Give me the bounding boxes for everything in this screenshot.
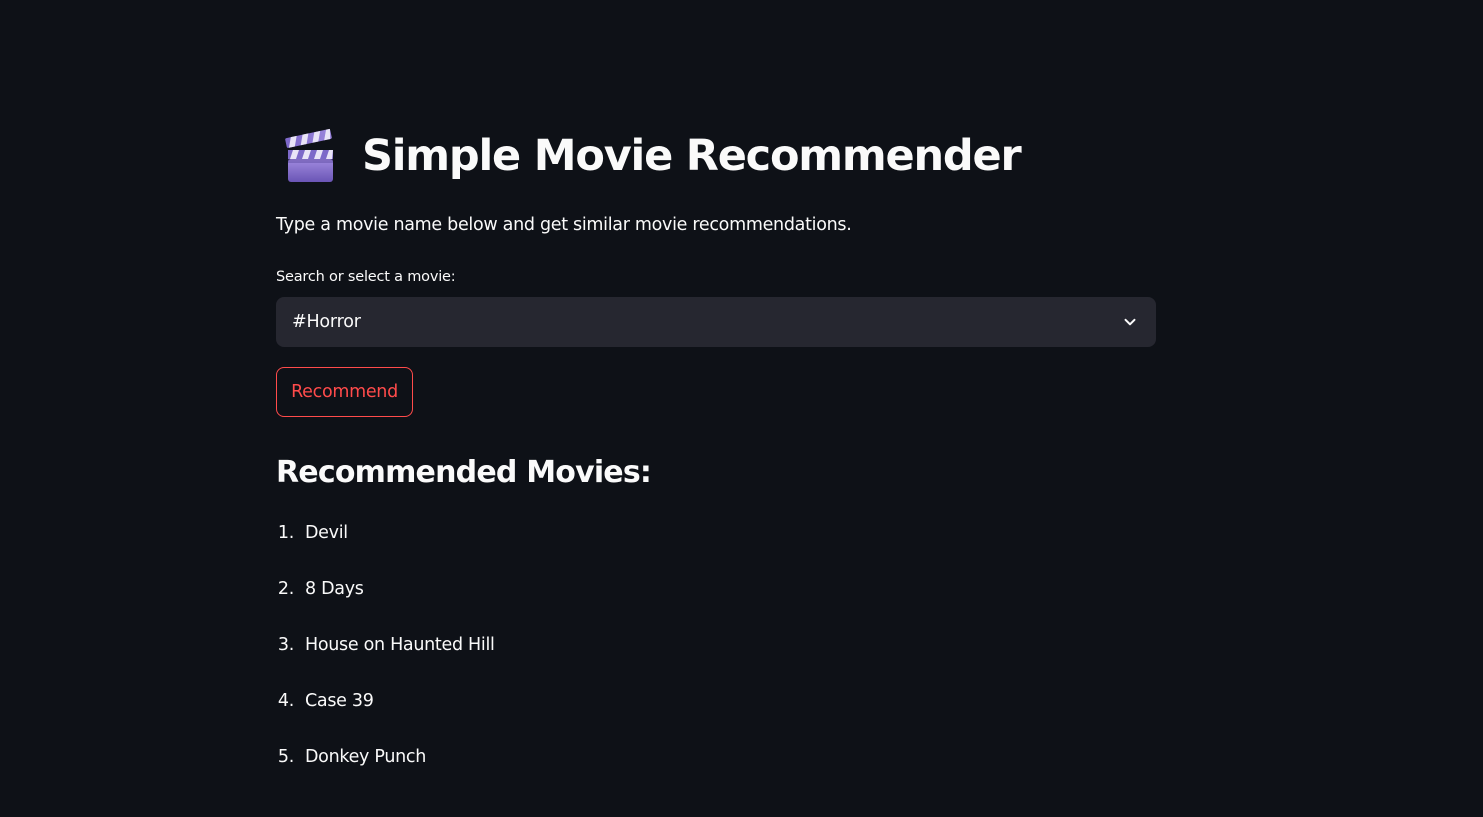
list-item: 1. Devil bbox=[276, 514, 495, 570]
list-item: 5. Donkey Punch bbox=[276, 738, 495, 794]
intro-text: Type a movie name below and get similar … bbox=[276, 215, 852, 235]
page-header: Simple Movie Recommender bbox=[284, 124, 1022, 188]
clapper-board-icon bbox=[285, 128, 333, 182]
results-heading: Recommended Movies: bbox=[276, 455, 652, 490]
movie-title: Case 39 bbox=[305, 691, 374, 711]
movie-select[interactable]: #Horror bbox=[276, 297, 1156, 347]
page-title: Simple Movie Recommender bbox=[362, 131, 1022, 181]
movie-title: Devil bbox=[305, 523, 348, 543]
recommendation-list: 1. Devil 2. 8 Days 3. House on Haunted Hill… bbox=[276, 514, 495, 794]
list-item-number: 1. bbox=[277, 523, 294, 543]
list-item: 2. 8 Days bbox=[276, 570, 495, 626]
list-item-number: 2. bbox=[277, 579, 294, 599]
movie-select-label: Search or select a movie: bbox=[276, 269, 456, 285]
movie-title: Donkey Punch bbox=[305, 747, 427, 767]
list-item: 4. Case 39 bbox=[276, 682, 495, 738]
list-item-number: 5. bbox=[277, 747, 294, 767]
movie-title: House on Haunted Hill bbox=[305, 635, 495, 655]
list-item: 3. House on Haunted Hill bbox=[276, 626, 495, 682]
chevron-down-icon[interactable] bbox=[1122, 314, 1138, 330]
movie-title: 8 Days bbox=[305, 579, 364, 599]
list-item-number: 4. bbox=[277, 691, 294, 711]
movie-select-value: #Horror bbox=[292, 312, 361, 332]
list-item-number: 3. bbox=[277, 635, 294, 655]
recommend-button[interactable]: Recommend bbox=[276, 367, 413, 417]
